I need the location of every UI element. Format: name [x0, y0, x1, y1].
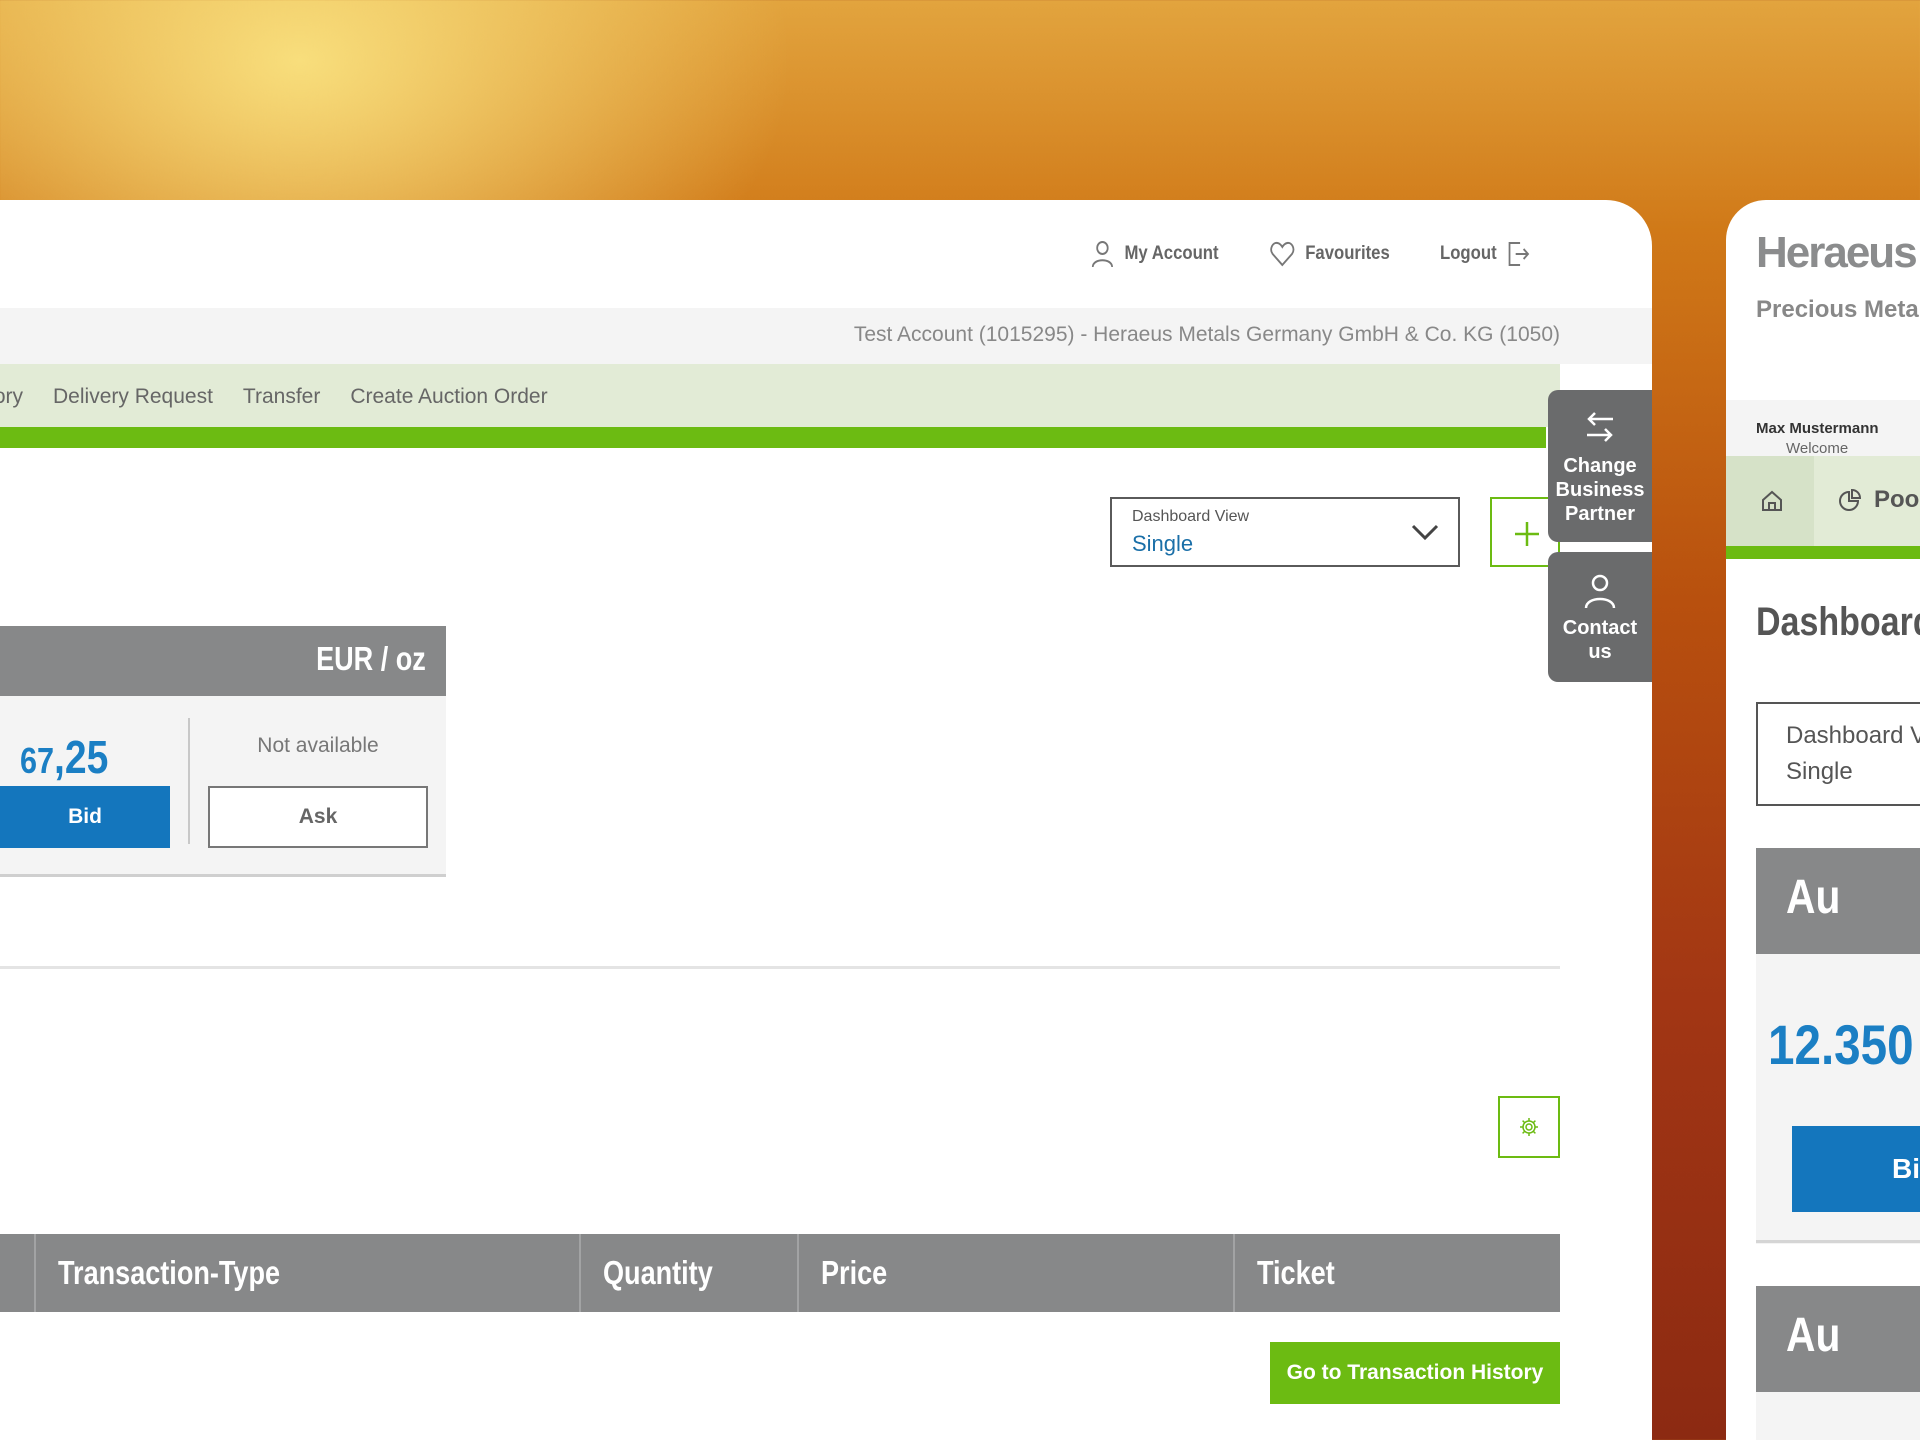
mobile-card-2-metal: Au [1786, 1309, 1841, 1362]
mobile-select-value: Single [1786, 758, 1853, 785]
mobile-bid-button[interactable]: Bid [1792, 1126, 1920, 1212]
mobile-nav: Pool [1726, 456, 1920, 546]
change-business-partner-tab[interactable]: Change Business Partner [1548, 390, 1652, 542]
menu-item-create-auction-order[interactable]: Create Auction Order [350, 385, 547, 409]
account-bar: Test Account (1015295) - Heraeus Metals … [0, 308, 1652, 364]
contact-us-tab[interactable]: Contact us [1548, 552, 1652, 682]
menu-item-transfer[interactable]: Transfer [243, 385, 320, 409]
welcome-bar: Welcome Max Mustermann [1726, 400, 1920, 457]
bid-price-decimals: ,25 [54, 731, 109, 783]
menu-accent-bar [0, 427, 1546, 448]
table-col-stub [0, 1234, 34, 1312]
bid-price-main: 67 [20, 740, 55, 781]
home-icon [1762, 490, 1782, 511]
main-menu: tory Delivery Request Transfer Create Au… [0, 364, 1560, 427]
gear-icon [1520, 1118, 1538, 1136]
top-navigation: My Account Favourites Logout [1091, 240, 1542, 268]
change-partner-line-1: Change [1563, 455, 1637, 477]
home-button[interactable] [1726, 456, 1814, 546]
my-account-label: My Account [1124, 243, 1219, 264]
nav-item-pool[interactable]: Pool [1838, 486, 1920, 514]
currency-unit: EUR / oz [316, 640, 426, 677]
contact-line-1: Contact [1562, 617, 1638, 639]
favourites-link[interactable]: Favourites [1269, 241, 1390, 267]
pie-chart-icon [1839, 488, 1862, 511]
table-col-transaction-type: Transaction-Type [34, 1234, 579, 1312]
logout-label: Logout [1439, 243, 1497, 264]
mobile-page-title: Dashboard [1756, 600, 1920, 644]
change-partner-line-2: Business [1555, 479, 1645, 501]
chevron-down-icon [1411, 524, 1439, 541]
table-settings-button[interactable] [1498, 1096, 1560, 1158]
price-card-header: EUR / oz [0, 626, 446, 696]
bid-button[interactable]: Bid [0, 786, 170, 848]
main-panel: My Account Favourites Logout Test Accoun… [0, 200, 1652, 1440]
mobile-card-header: Au [1756, 848, 1920, 954]
mobile-card-price: 12.350 [1768, 1013, 1914, 1076]
table-col-quantity: Quantity [579, 1234, 797, 1312]
price-divider [188, 718, 190, 844]
bid-price: 67,25 [20, 730, 108, 784]
mobile-price-card-2: Au [1756, 1286, 1920, 1440]
mobile-card-metal: Au [1786, 871, 1841, 924]
table-col-price: Price [797, 1234, 1233, 1312]
mobile-card-divider [1756, 1240, 1920, 1243]
heraeus-logo: Heraeus [1756, 228, 1918, 277]
favourites-label: Favourites [1304, 243, 1390, 264]
user-icon [1091, 241, 1113, 268]
go-to-transaction-history-button[interactable]: Go to Transaction History [1270, 1342, 1560, 1404]
mobile-preview-panel: Heraeus Precious Metals Welcome Max Must… [1726, 200, 1920, 1440]
dashboard-view-select[interactable]: Dashboard View Single [1110, 497, 1460, 567]
user-icon [1584, 574, 1616, 609]
dashboard-view-value: Single [1132, 531, 1194, 556]
swap-arrows-icon [1587, 412, 1613, 442]
mobile-dashboard-view-select[interactable]: Dashboard View Single [1756, 702, 1920, 806]
ask-button[interactable]: Ask [208, 786, 428, 848]
logout-link[interactable]: Logout [1440, 241, 1530, 267]
heart-icon [1269, 241, 1294, 267]
mobile-card-2-header: Au [1756, 1286, 1920, 1392]
my-account-link[interactable]: My Account [1091, 240, 1219, 268]
section-divider [0, 966, 1560, 969]
table-col-price-label: Price [821, 1254, 888, 1291]
ask-status: Not available [257, 734, 379, 757]
menu-item-delivery-request[interactable]: Delivery Request [53, 385, 213, 409]
table-col-ticket-label: Ticket [1257, 1254, 1335, 1291]
welcome-prefix: Welcome [1786, 440, 1849, 457]
account-info: Test Account (1015295) - Heraeus Metals … [853, 323, 1560, 346]
table-col-ticket: Ticket [1233, 1234, 1560, 1312]
change-partner-line-3: Partner [1564, 503, 1636, 525]
contact-line-2: us [1588, 641, 1612, 663]
dashboard-view-label: Dashboard View [1132, 508, 1250, 525]
mobile-select-label: Dashboard View [1786, 722, 1920, 749]
welcome-name: Max Mustermann [1756, 420, 1879, 437]
logout-icon [1508, 242, 1530, 266]
logo-subtitle: Precious Metals [1756, 296, 1920, 323]
transactions-table-header: Transaction-Type Quantity Price Ticket [0, 1234, 1560, 1312]
plus-icon [1515, 522, 1539, 546]
menu-item-history[interactable]: tory [0, 385, 23, 409]
table-col-quantity-label: Quantity [603, 1254, 713, 1291]
nav-item-pool-label: Pool [1874, 486, 1920, 513]
price-card: EUR / oz 67,25 Not available Bid Ask [0, 626, 446, 877]
table-col-transaction-type-label: Transaction-Type [58, 1254, 281, 1291]
mobile-accent-bar [1726, 546, 1920, 559]
